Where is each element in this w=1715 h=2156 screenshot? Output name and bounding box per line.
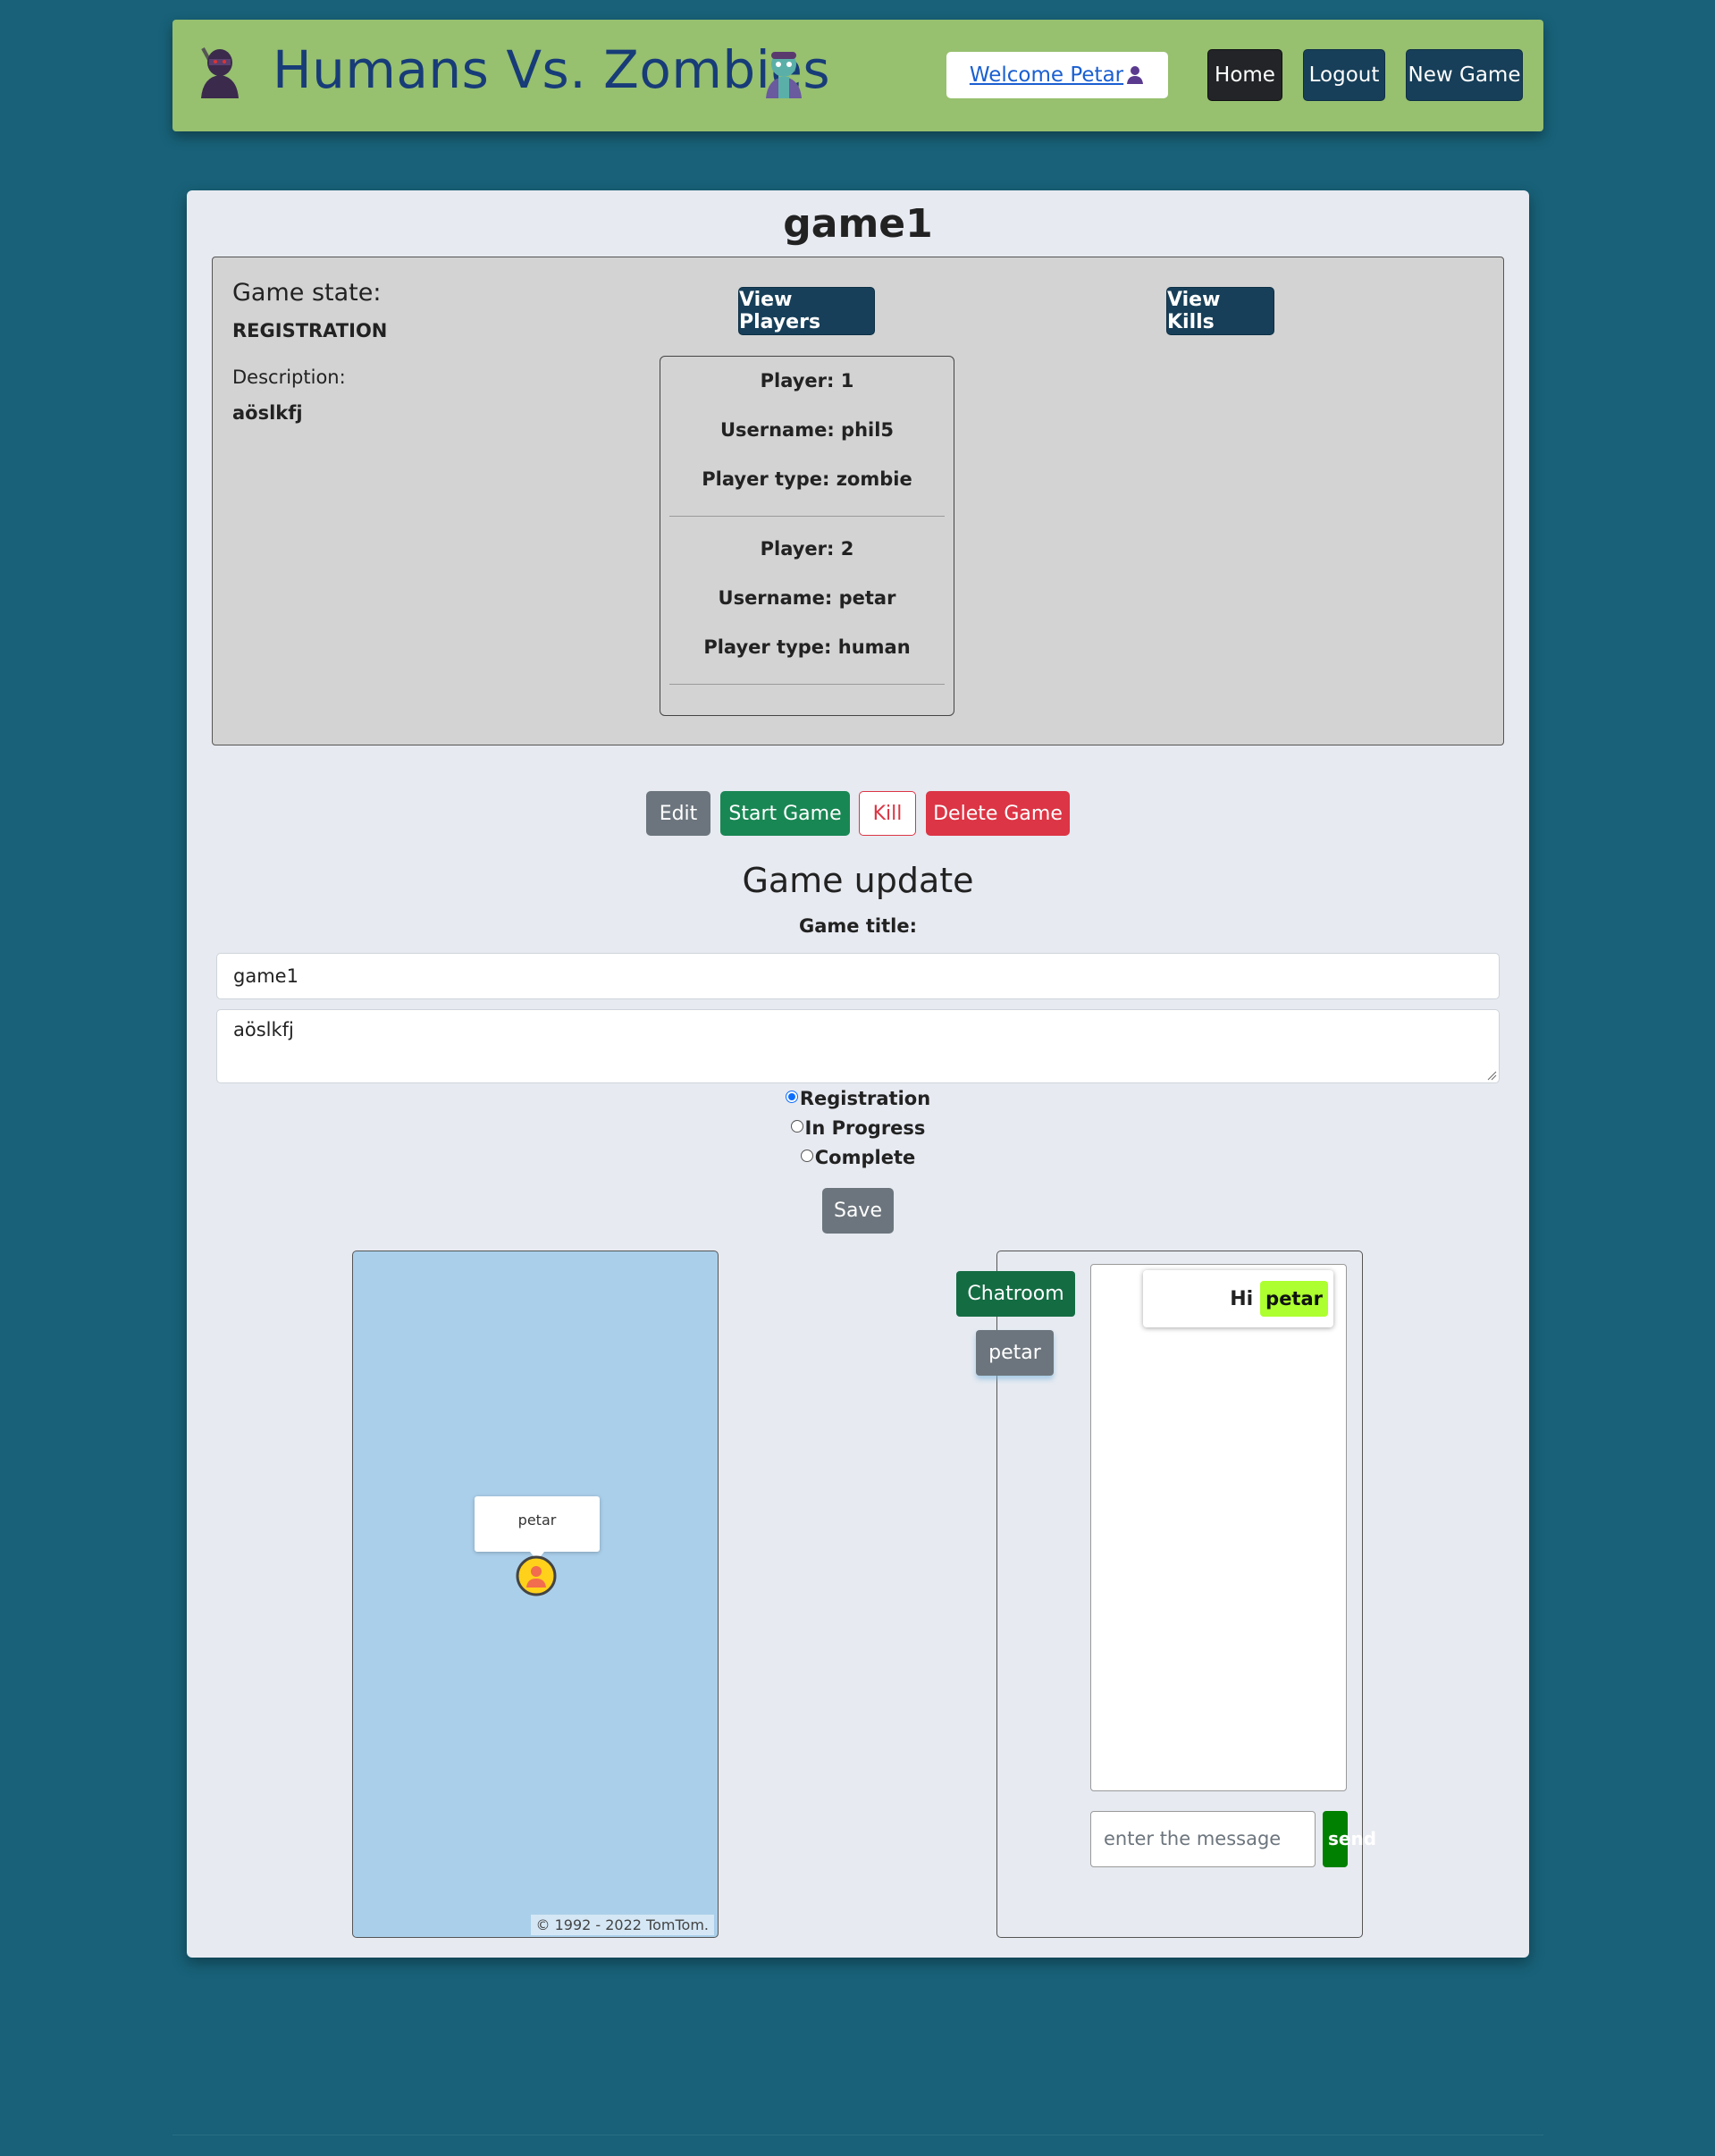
game-update-heading: Game update [742, 861, 974, 900]
players-list: Player: 1 Username: phil5 Player type: z… [660, 356, 954, 716]
marker-popup: petar [475, 1496, 600, 1561]
delete-game-button[interactable]: Delete Game [926, 791, 1070, 836]
game-state-value: REGISTRATION [232, 320, 388, 341]
radio-button[interactable] [785, 1091, 798, 1103]
player-number: Player: 1 [760, 370, 854, 392]
chatroom-tab[interactable]: Chatroom [956, 1271, 1075, 1317]
message-input[interactable]: enter the message [1090, 1811, 1316, 1867]
game-title-label: Game title: [799, 915, 917, 937]
textarea-value: aöslkfj [233, 1019, 294, 1040]
player-type: Player type: zombie [702, 468, 912, 490]
game-state-label: Game state: [232, 279, 382, 307]
site-header: Humans Vs. Zombies Welcome Petar Home Lo… [172, 20, 1543, 131]
welcome-panel: Welcome Petar [946, 52, 1168, 98]
welcome-link[interactable]: Welcome Petar [970, 63, 1145, 87]
description-value: aöslkfj [232, 402, 303, 424]
map-copyright: © 1992 - 2022 TomTom. [530, 1915, 714, 1935]
list-item: Player: 2 Username: petar Player type: h… [660, 525, 954, 672]
description-label: Description: [232, 366, 346, 388]
radio-label: Registration [799, 1088, 931, 1109]
logout-button[interactable]: Logout [1303, 49, 1385, 101]
site-title: Humans Vs. Zombies [273, 39, 831, 100]
resize-handle-icon[interactable] [1486, 1070, 1497, 1081]
user-icon [1127, 66, 1144, 84]
zombie-icon [766, 52, 802, 98]
divider [669, 684, 945, 685]
player-username: Username: petar [718, 587, 896, 609]
radio-registration[interactable]: Registration [187, 1088, 1529, 1109]
game-title-input[interactable]: game1 [216, 953, 1500, 999]
start-game-button[interactable]: Start Game [720, 791, 850, 836]
kill-button[interactable]: Kill [859, 791, 916, 836]
radio-complete[interactable]: Complete [187, 1147, 1529, 1168]
radio-button[interactable] [800, 1150, 813, 1162]
radio-label: Complete [814, 1147, 916, 1168]
game-card: game1 Game state: REGISTRATION Descripti… [187, 190, 1529, 1958]
view-kills-button[interactable]: View Kills [1166, 287, 1274, 335]
game-title: game1 [783, 201, 933, 247]
game-map[interactable]: petar © 1992 - 2022 TomTom. [352, 1251, 719, 1938]
game-info-box: Game state: REGISTRATION Description: aö… [212, 257, 1504, 745]
message-user-badge: petar [1260, 1281, 1328, 1317]
game-description-textarea[interactable]: aöslkfj [216, 1009, 1500, 1083]
radio-label: In Progress [804, 1117, 926, 1139]
divider [669, 516, 945, 517]
radio-button[interactable] [790, 1120, 803, 1133]
user-chat-tab[interactable]: petar [976, 1330, 1054, 1376]
radio-in-progress[interactable]: In Progress [187, 1117, 1529, 1139]
chat-messages: Hi petar [1090, 1264, 1347, 1791]
list-item: Player: 1 Username: phil5 Player type: z… [660, 357, 954, 504]
send-button[interactable]: send [1323, 1811, 1376, 1867]
save-button[interactable]: Save [822, 1188, 894, 1234]
message-text: Hi [1230, 1287, 1254, 1310]
new-game-button[interactable]: New Game [1406, 49, 1523, 101]
chat-message: Hi petar [1143, 1270, 1333, 1327]
home-button[interactable]: Home [1207, 49, 1282, 101]
player-username: Username: phil5 [719, 419, 895, 441]
edit-button[interactable]: Edit [646, 791, 710, 836]
player-type: Player type: human [703, 636, 911, 658]
player-number: Player: 2 [760, 538, 854, 560]
player-marker-icon[interactable] [516, 1555, 557, 1596]
view-players-button[interactable]: View Players [738, 287, 875, 335]
ninja-icon [201, 47, 239, 98]
